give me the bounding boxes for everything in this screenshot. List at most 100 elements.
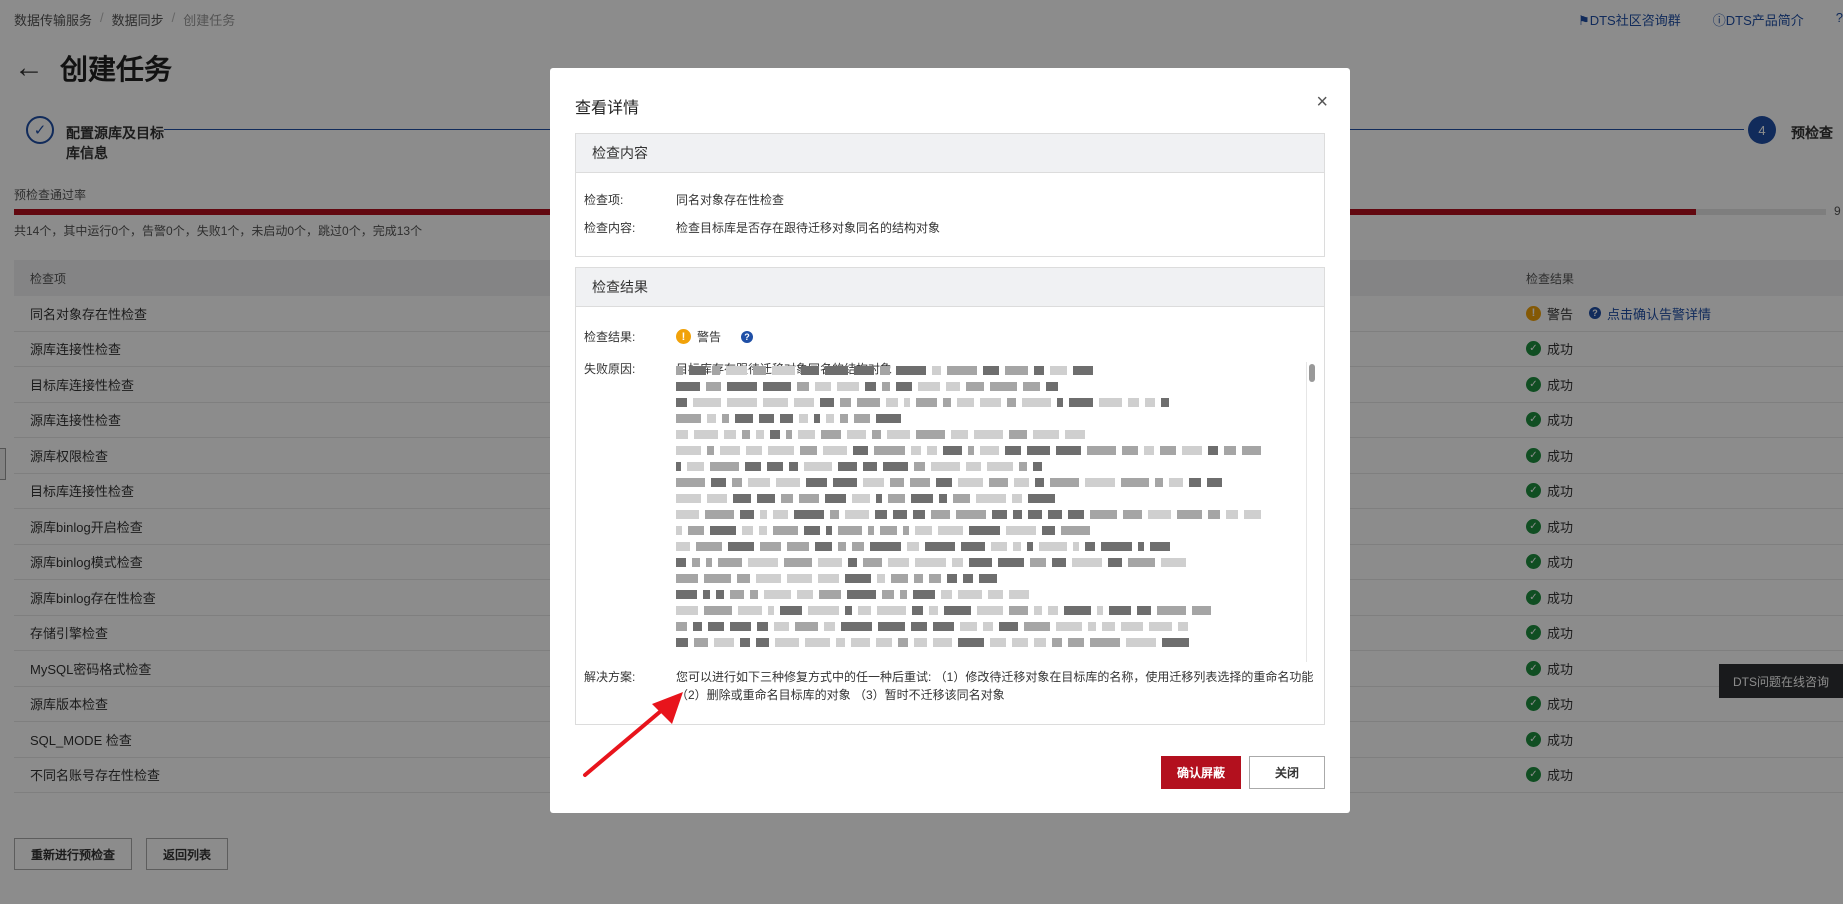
redacted-block: [1013, 509, 1022, 519]
redacted-block: [952, 557, 963, 567]
redacted-block: [987, 461, 1013, 471]
redacted-block: [1065, 429, 1085, 439]
redacted-block: [1242, 445, 1261, 455]
redacted-block: [1192, 605, 1211, 615]
redacted-block: [1099, 397, 1122, 407]
redacted-block: [890, 477, 904, 487]
redacted-block: [990, 637, 1006, 647]
scroll-thumb[interactable]: [1309, 364, 1315, 382]
redacted-line: [676, 506, 1306, 522]
solution-row: 解决方案: 您可以进行如下三种修复方式中的任一种后重试: （1）修改待迁移对象在…: [584, 668, 1324, 704]
redacted-block: [756, 637, 769, 647]
redacted-block: [1027, 541, 1033, 551]
redacted-block: [888, 493, 905, 503]
redacted-block: [1005, 365, 1028, 375]
redacted-block: [980, 397, 1001, 407]
redacted-block: [1160, 445, 1176, 455]
redacted-block: [726, 365, 747, 375]
redacted-block: [1069, 397, 1093, 407]
redacted-block: [1088, 621, 1096, 631]
redacted-block: [768, 605, 774, 615]
redacted-object-list[interactable]: [676, 362, 1306, 662]
redacted-block: [943, 397, 951, 407]
redacted-block: [1019, 461, 1027, 471]
redacted-block: [689, 365, 706, 375]
redacted-block: [1068, 509, 1084, 519]
redacted-block: [815, 541, 832, 551]
redacted-block: [1087, 445, 1116, 455]
redacted-block: [887, 429, 910, 439]
redacted-block: [1178, 621, 1188, 631]
redacted-block: [1097, 605, 1103, 615]
redacted-block: [1057, 397, 1063, 407]
redacted-block: [1177, 509, 1202, 519]
help-icon[interactable]: ?: [741, 330, 754, 343]
redacted-block: [875, 509, 887, 519]
redacted-block: [825, 365, 848, 375]
redacted-block: [845, 573, 871, 583]
close-icon[interactable]: ×: [1316, 92, 1328, 112]
redacted-block: [966, 381, 984, 391]
redacted-block: [886, 397, 898, 407]
redacted-block: [876, 637, 892, 647]
redacted-block: [877, 605, 906, 615]
redacted-block: [858, 605, 871, 615]
redacted-block: [927, 445, 937, 455]
confirm-mask-button[interactable]: 确认屏蔽: [1161, 756, 1241, 789]
redacted-block: [1144, 445, 1154, 455]
scrollbar[interactable]: [1306, 362, 1316, 662]
redacted-block: [808, 605, 839, 615]
redacted-block: [841, 621, 872, 631]
redacted-block: [1007, 397, 1016, 407]
redacted-block: [775, 637, 799, 647]
redacted-line: [676, 362, 1306, 378]
redacted-block: [931, 461, 960, 471]
redacted-line: [676, 570, 1306, 586]
redacted-block: [943, 445, 962, 455]
redacted-block: [823, 445, 847, 455]
redacted-block: [1073, 365, 1093, 375]
redacted-block: [710, 525, 736, 535]
redacted-block: [818, 573, 839, 583]
redacted-block: [1034, 605, 1042, 615]
redacted-block: [676, 557, 686, 567]
redacted-block: [878, 621, 905, 631]
redacted-block: [870, 541, 901, 551]
redacted-block: [963, 573, 973, 583]
redacted-line: [676, 618, 1306, 634]
redacted-block: [969, 525, 1000, 535]
redacted-line: [676, 490, 1306, 506]
redacted-block: [826, 525, 832, 535]
redacted-block: [918, 381, 940, 391]
redacted-block: [818, 557, 842, 567]
redacted-block: [976, 493, 1006, 503]
redacted-block: [891, 573, 908, 583]
redacted-block: [708, 621, 724, 631]
redacted-block: [759, 413, 774, 423]
redacted-block: [968, 445, 974, 455]
redacted-block: [857, 397, 880, 407]
redacted-block: [757, 621, 768, 631]
close-button[interactable]: 关闭: [1249, 756, 1325, 789]
redacted-block: [1027, 445, 1050, 455]
redacted-block: [704, 573, 731, 583]
redacted-block: [694, 637, 708, 647]
redacted-block: [845, 605, 852, 615]
redacted-block: [676, 381, 700, 391]
redacted-block: [707, 493, 727, 503]
redacted-block: [953, 493, 970, 503]
redacted-block: [742, 525, 753, 535]
redacted-block: [1161, 557, 1186, 567]
redacted-block: [740, 509, 754, 519]
redacted-block: [958, 477, 983, 487]
redacted-block: [763, 381, 791, 391]
redacted-block: [1012, 493, 1022, 503]
redacted-block: [1056, 621, 1082, 631]
redacted-block: [746, 445, 762, 455]
redacted-block: [1090, 637, 1120, 647]
redacted-block: [910, 477, 930, 487]
redacted-block: [1101, 541, 1132, 551]
redacted-block: [730, 589, 744, 599]
redacted-block: [1145, 397, 1155, 407]
redacted-block: [888, 557, 909, 567]
